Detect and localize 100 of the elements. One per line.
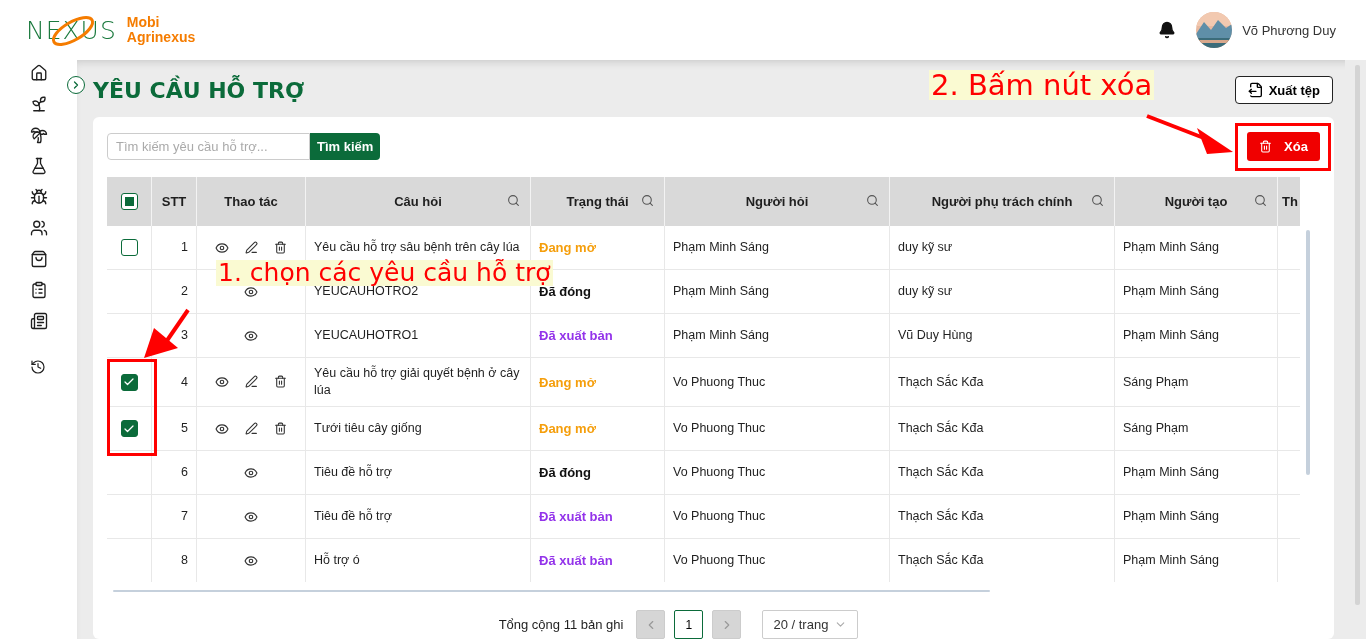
delete-button[interactable]: Xóa	[1247, 132, 1320, 161]
table-cell: 1	[181, 239, 188, 256]
table-cell: Thạch Sắc Kđa	[898, 373, 984, 391]
edit-icon[interactable]	[245, 240, 258, 255]
table-cell: Yêu cầu hỗ trợ sâu bệnh trên cây lúa	[314, 239, 520, 256]
search-icon[interactable]	[866, 194, 879, 207]
table-cell: Thạch Sắc Kđa	[898, 508, 984, 525]
table-cell: 7	[181, 508, 188, 525]
delete-icon[interactable]	[274, 240, 287, 255]
table-cell: Tưới tiêu cây giống	[314, 420, 422, 437]
table-cell-text: Yêu cầu hỗ trợ giải quyết bệnh ở cây lúa	[314, 365, 521, 399]
table-cell: duy kỹ sư	[898, 239, 953, 256]
table-cell: Thạch Sắc Kđa	[898, 552, 984, 569]
expand-sidebar-icon[interactable]	[67, 76, 85, 94]
checkmark-icon	[123, 376, 135, 388]
select-all-checkbox[interactable]	[120, 193, 138, 210]
table-cell: Phạm Minh Sáng	[673, 239, 769, 256]
trash-icon	[1259, 140, 1273, 153]
view-icon[interactable]	[244, 328, 258, 343]
table-cell: Phạm Minh Sáng	[1123, 508, 1219, 525]
status-label: Đang mở	[539, 239, 596, 256]
status-label: Đang mở	[539, 373, 596, 391]
table-cell: YEUCAUHOTRO1	[314, 327, 419, 344]
brand-name: Agrinexus	[126, 30, 196, 45]
view-icon[interactable]	[244, 465, 258, 480]
status-label: Đã xuất bản	[539, 327, 613, 344]
delete-icon[interactable]	[274, 375, 287, 389]
table-cell: Phạm Minh Sáng	[1123, 327, 1219, 344]
search-icon[interactable]	[1091, 194, 1104, 207]
home-icon[interactable]	[29, 64, 48, 82]
status-label: Đang mở	[539, 420, 596, 437]
column-header: Người hỏi	[745, 194, 809, 209]
column-header: Th	[1282, 194, 1298, 209]
search-icon[interactable]	[1254, 194, 1267, 207]
history-icon[interactable]	[29, 359, 48, 377]
table-cell: 5	[181, 420, 188, 437]
newspaper-icon[interactable]	[29, 312, 48, 330]
column-header: STT	[161, 194, 187, 209]
shopping-bag-icon[interactable]	[29, 250, 48, 268]
table-cell: Vo Phuong Thuc	[673, 508, 766, 525]
table-cell: Thạch Sắc Kđa	[898, 464, 984, 481]
export-button[interactable]: Xuất tệp	[1234, 76, 1333, 104]
table-cell: Vũ Duy Hùng	[898, 327, 973, 344]
row-checkbox[interactable]	[120, 239, 138, 256]
sprout-icon[interactable]	[29, 95, 48, 113]
page-size-select[interactable]: 20 / trang	[762, 610, 859, 639]
search-button[interactable]: Tìm kiếm	[310, 133, 381, 160]
table-cell: Phạm Minh Sáng	[673, 327, 769, 344]
status-label: Đã xuất bản	[539, 552, 613, 569]
file-export-icon	[1247, 82, 1264, 98]
column-header: Thao tác	[224, 194, 278, 209]
column-header: Câu hỏi	[394, 194, 442, 209]
table-cell: 6	[181, 464, 188, 481]
table-cell: Tiêu đề hỗ trợ	[314, 508, 392, 525]
view-icon[interactable]	[215, 421, 229, 436]
table-cell: 4	[181, 373, 188, 391]
table-cell: Thạch Sắc Kđa	[898, 420, 984, 437]
table-cell: Phạm Minh Sáng	[1123, 552, 1219, 569]
status-label: Đã đóng	[539, 284, 591, 300]
table-cell: Sáng Phạm	[1123, 420, 1189, 437]
edit-icon[interactable]	[245, 375, 258, 389]
record-count: Tổng cộng 11 bản ghi	[498, 617, 624, 632]
flask-icon[interactable]	[29, 157, 48, 175]
arrow	[144, 308, 190, 358]
row-checkbox[interactable]	[120, 420, 138, 437]
clipboard-icon[interactable]	[29, 281, 48, 299]
table-cell: Vo Phuong Thuc	[673, 373, 766, 391]
annotation-text: 2. Bấm nút xóa	[929, 70, 1155, 101]
table-cell: Sáng Phạm	[1123, 373, 1189, 391]
table-cell: Phạm Minh Sáng	[673, 283, 769, 300]
row-checkbox[interactable]	[120, 373, 138, 391]
table-cell: Vo Phuong Thuc	[673, 464, 766, 481]
page-title: YÊU CẦU HỖ TRỢ	[93, 77, 305, 103]
table-cell: Phạm Minh Sáng	[1123, 239, 1219, 256]
view-icon[interactable]	[244, 509, 258, 524]
bug-icon[interactable]	[29, 188, 48, 206]
view-icon[interactable]	[215, 240, 229, 255]
table-cell: Vo Phuong Thuc	[673, 420, 766, 437]
brand-name: Mobi	[126, 15, 161, 30]
view-icon[interactable]	[244, 553, 258, 568]
table-cell: 3	[181, 327, 188, 344]
user-name: Võ Phương Duy	[1242, 22, 1336, 38]
status-label: Đã xuất bản	[539, 508, 613, 525]
table-cell: Phạm Minh Sáng	[1123, 464, 1219, 481]
table-cell: Hỗ trợ ó	[314, 552, 360, 569]
search-icon[interactable]	[507, 194, 520, 207]
table-cell: 8	[181, 552, 188, 569]
search-field[interactable]: Tìm kiếm yêu cầu hỗ trợ...	[107, 133, 310, 160]
view-icon[interactable]	[215, 375, 229, 389]
search-icon[interactable]	[641, 194, 654, 207]
page-button[interactable]: 1	[674, 610, 704, 639]
palm-tree-icon[interactable]	[29, 126, 48, 144]
edit-icon[interactable]	[245, 421, 258, 436]
column-header: Trạng thái	[566, 194, 629, 209]
users-icon[interactable]	[29, 219, 48, 237]
notification-bell-icon[interactable]	[1158, 21, 1177, 39]
table-cell: 2	[181, 283, 188, 300]
delete-icon[interactable]	[274, 421, 287, 436]
table-cell: duy kỹ sư	[898, 283, 953, 300]
view-icon[interactable]	[244, 284, 258, 299]
